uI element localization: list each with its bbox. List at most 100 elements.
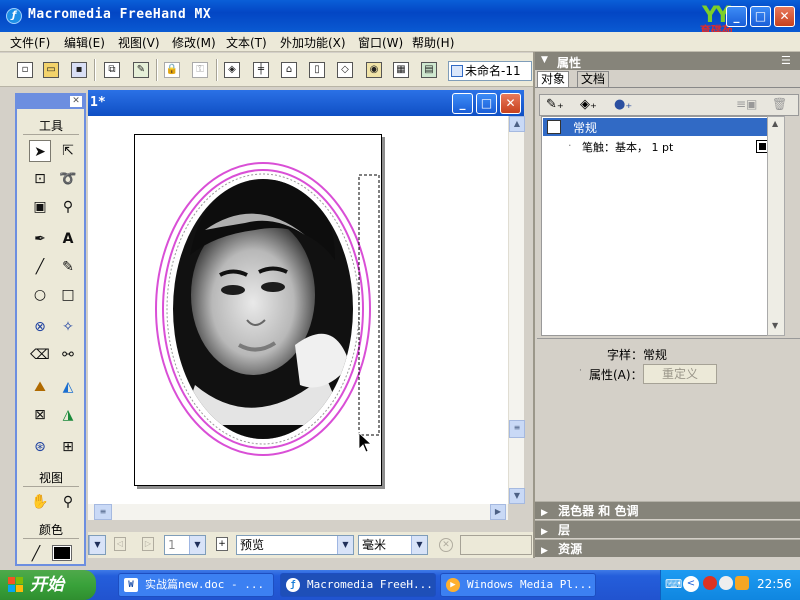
tray-expand-icon[interactable]: < <box>683 576 699 592</box>
properties-vertical-scrollbar[interactable]: ▲ ▼ <box>767 116 785 336</box>
security-icon[interactable] <box>703 576 717 590</box>
network-icon[interactable] <box>719 576 733 590</box>
symbols-icon[interactable]: ◇ <box>337 62 353 78</box>
open-folder-icon[interactable]: ▭ <box>43 62 59 78</box>
extrude-tool-icon[interactable]: ⛰ <box>29 376 51 398</box>
doc-close-button[interactable]: ✕ <box>500 93 521 114</box>
new-file-icon[interactable]: ▫ <box>17 62 33 78</box>
add-fill-icon[interactable]: ◈₊ <box>580 97 597 112</box>
ellipse-tool-icon[interactable]: ○ <box>29 284 51 306</box>
eraser-tool-icon[interactable]: ⌫ <box>29 344 51 366</box>
units-combo[interactable]: 毫米 ▼ <box>358 535 428 555</box>
stroke-color-icon[interactable]: ╱ <box>25 543 47 565</box>
transform-icon[interactable]: ◈ <box>224 62 240 78</box>
list-item-selected[interactable]: 常规 <box>543 118 771 136</box>
item-checkbox[interactable] <box>547 120 561 134</box>
canvas-horizontal-scrollbar[interactable]: ≡ ▶ <box>88 504 508 520</box>
align-icon[interactable]: ╪ <box>253 62 269 78</box>
pencil-tool-icon[interactable]: ✎ <box>57 256 79 278</box>
unlock-icon[interactable]: ⚿ <box>192 62 208 78</box>
import-icon[interactable]: ⧉ <box>104 62 120 78</box>
connector-tool-icon[interactable]: ⊞ <box>57 436 79 458</box>
rectangle-tool-icon[interactable]: □ <box>57 284 79 306</box>
color-palette-icon[interactable]: ◉ <box>366 62 382 78</box>
layers-panel-header[interactable]: ▶ 层 <box>535 520 800 538</box>
menu-view[interactable]: 视图(V) <box>118 34 160 51</box>
brush-tool-icon[interactable]: ⚯ <box>57 344 79 366</box>
document-page[interactable] <box>134 134 382 486</box>
blend-tool-icon[interactable]: ⊛ <box>29 436 51 458</box>
panel-options-icon[interactable]: ☰ <box>781 54 791 67</box>
tab-object[interactable]: 对象 <box>537 71 570 87</box>
page-number-combo[interactable]: 1 ▼ <box>164 535 206 555</box>
scroll-up-icon[interactable]: ▲ <box>509 116 525 132</box>
knife-tool-icon[interactable]: ⊗ <box>29 316 51 338</box>
line-tool-icon[interactable]: ╱ <box>29 256 51 278</box>
doc-maximize-button[interactable]: □ <box>476 93 497 114</box>
antivirus-icon[interactable] <box>735 576 749 590</box>
scroll-thumb[interactable]: ≡ <box>509 420 525 438</box>
assets-panel-header[interactable]: ▶ 资源 <box>535 539 800 557</box>
zoom-tool-icon[interactable]: ⚲ <box>57 491 79 513</box>
perspective-tool-icon[interactable]: ⊠ <box>29 404 51 426</box>
mirror-tool-icon[interactable]: ◮ <box>57 404 79 426</box>
keyboard-icon[interactable]: ⌨ <box>665 577 682 591</box>
zoom-combo[interactable]: ▼ <box>88 535 106 555</box>
menu-help[interactable]: 帮助(H) <box>412 34 454 51</box>
add-stroke-icon[interactable]: ✎₊ <box>546 97 564 112</box>
subselect-tool-icon[interactable]: ⇱ <box>57 140 79 162</box>
eyedropper-tool-icon[interactable]: ⚲ <box>57 196 79 218</box>
export-icon[interactable]: ✎ <box>133 62 149 78</box>
next-page-icon[interactable]: ▷ <box>142 537 154 551</box>
menu-edit[interactable]: 编辑(E) <box>64 34 105 51</box>
swatches-icon[interactable]: ▤ <box>421 62 437 78</box>
taskbar-item-media-player[interactable]: ▶ Windows Media Pl... <box>440 573 596 597</box>
duplicate-item-icon[interactable]: ≡▣ <box>736 97 757 111</box>
freehand-app-icon[interactable]: ƒ <box>6 8 22 24</box>
scroll-down-icon[interactable]: ▼ <box>772 321 778 330</box>
hand-tool-icon[interactable]: ✋ <box>29 491 51 513</box>
menu-file[interactable]: 文件(F) <box>10 34 50 51</box>
fill-color-swatch[interactable] <box>52 545 72 561</box>
close-button[interactable]: ✕ <box>774 6 795 27</box>
envelope-tool-icon[interactable]: ◭ <box>57 376 79 398</box>
menu-modify[interactable]: 修改(M) <box>172 34 216 51</box>
minimize-button[interactable]: _ <box>726 6 747 27</box>
add-page-icon[interactable]: + <box>216 537 228 551</box>
text-editor-icon[interactable]: ⌂ <box>281 62 297 78</box>
page-tool-icon[interactable]: ⊡ <box>29 168 51 190</box>
mixer-tints-panel-header[interactable]: ▶ 混色器 和 色调 <box>535 501 800 519</box>
taskbar-item-freehand[interactable]: ƒ Macromedia FreeH... <box>280 573 436 597</box>
properties-panel-header[interactable]: ▼ 属性 ☰ <box>535 52 800 70</box>
document-combo[interactable]: 未命名-11 <box>448 61 532 81</box>
freeform-tool-icon[interactable]: ✧ <box>57 316 79 338</box>
pointer-tool-icon[interactable]: ➤ <box>29 140 51 162</box>
view-mode-combo[interactable]: 预览 ▼ <box>236 535 354 555</box>
text-tool-icon[interactable]: A <box>57 228 79 250</box>
add-effect-icon[interactable]: ●₊ <box>614 97 632 112</box>
library-icon[interactable]: ▯ <box>309 62 325 78</box>
delete-item-icon[interactable]: 🗑 <box>772 97 787 111</box>
canvas-vertical-scrollbar[interactable]: ▲ ≡ ▼ <box>508 116 525 504</box>
list-item[interactable]: · 笔触：基本， 1 pt <box>568 139 782 155</box>
tab-document[interactable]: 文档 <box>577 71 610 87</box>
table-icon[interactable]: ▦ <box>393 62 409 78</box>
menu-text[interactable]: 文本(T) <box>226 34 267 51</box>
prev-page-icon[interactable]: ◁ <box>114 537 126 551</box>
redefine-button[interactable]: 重定义 <box>643 364 717 384</box>
start-button[interactable]: 开始 <box>0 570 96 600</box>
lasso-tool-icon[interactable]: ➰ <box>57 168 79 190</box>
doc-minimize-button[interactable]: _ <box>452 93 473 114</box>
scroll-right-icon[interactable]: ▶ <box>490 504 506 520</box>
hscroll-thumb[interactable]: ≡ <box>94 504 112 520</box>
tools-close-icon[interactable]: ✕ <box>70 96 82 107</box>
pen-tool-icon[interactable]: ✒ <box>29 228 51 250</box>
menu-xtras[interactable]: 外加功能(X) <box>280 34 346 51</box>
trace-tool-icon[interactable]: ▣ <box>29 196 51 218</box>
lock-icon[interactable]: 🔒 <box>164 62 180 78</box>
taskbar-item-word[interactable]: W 实战篇new.doc - ... <box>118 573 274 597</box>
cancel-render-icon[interactable]: ✕ <box>439 538 453 552</box>
scroll-down-icon[interactable]: ▼ <box>509 488 525 504</box>
save-icon[interactable]: ▪ <box>71 62 87 78</box>
maximize-button[interactable]: □ <box>750 6 771 27</box>
